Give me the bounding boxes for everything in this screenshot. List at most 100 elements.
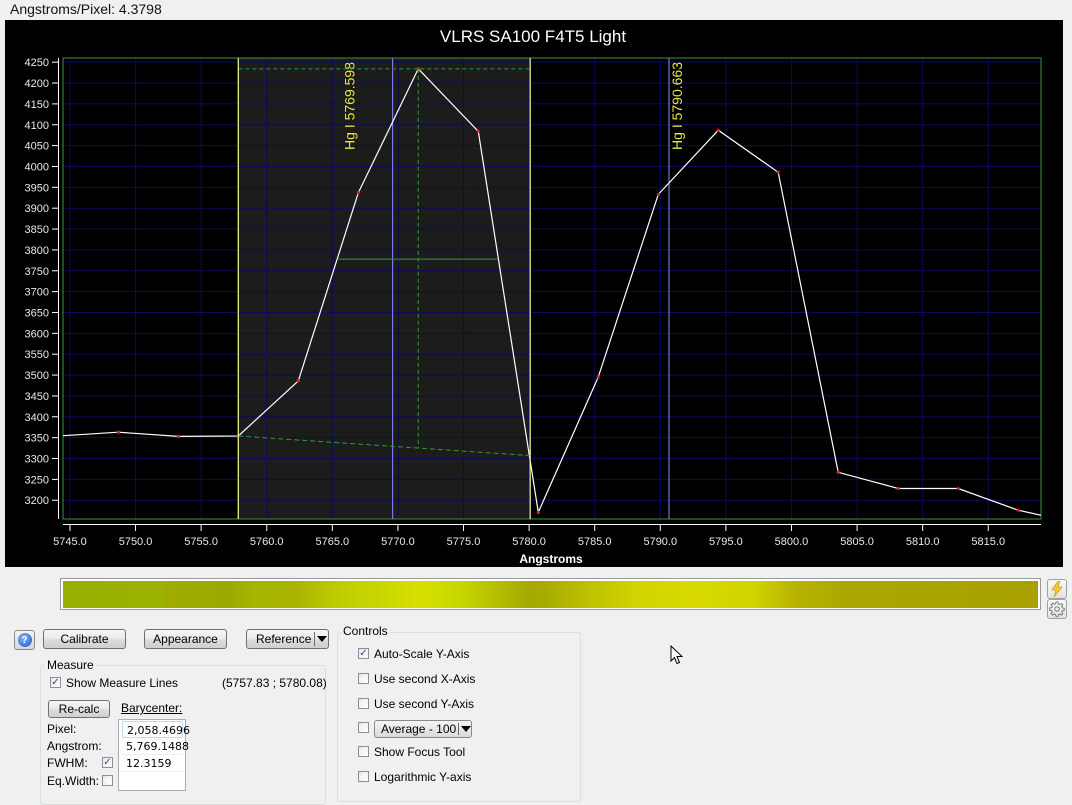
x-tick-label: 5810.0 [906,536,940,548]
data-point-marker [536,510,540,514]
barycenter-label: Barycenter: [121,701,183,715]
y-tick-label: 3250 [25,474,49,486]
angstroms-per-pixel-label: Angstroms/Pixel: 4.3798 [10,1,162,17]
y-tick-label: 3450 [25,391,49,403]
x-tick-label: 5780.0 [512,536,546,548]
second-x-axis-label[interactable]: Use second X-Axis [374,672,475,686]
eq-width-checkbox[interactable]: ✓ [102,775,113,786]
x-tick-label: 5815.0 [971,536,1005,548]
show-measure-lines-checkbox[interactable]: ✓ [50,677,61,688]
second-y-axis-checkbox[interactable]: ✓ [358,698,369,709]
focus-tool-label[interactable]: Show Focus Tool [374,745,465,759]
second-y-axis-label[interactable]: Use second Y-Axis [374,697,474,711]
y-tick-label: 3700 [25,287,49,299]
settings-button[interactable] [1047,599,1067,619]
data-point-marker [716,128,720,132]
reference-split-button[interactable]: Reference [246,629,329,649]
recalc-button[interactable]: Re-calc [48,700,110,718]
fwhm-value-field[interactable]: 12.3159 [122,755,183,772]
y-tick-label: 3550 [25,349,49,361]
x-tick-label: 5745.0 [53,536,87,548]
chart-svg[interactable]: VLRS SA100 F4T5 Light Angstroms Hg I 576… [5,20,1063,567]
reference-line-label: Hg I 5769.598 [342,62,358,150]
data-point-marker [476,129,480,134]
reference-line-label: Hg I 5790.663 [669,62,685,150]
chevron-down-icon[interactable] [317,636,327,642]
spectrum-chart[interactable]: VLRS SA100 F4T5 Light Angstroms Hg I 576… [5,20,1063,567]
lightning-icon [1051,581,1063,597]
controls-group-title: Controls [341,624,390,638]
x-tick-label: 5800.0 [775,536,809,548]
fwhm-checkbox[interactable]: ✓ [102,757,113,768]
y-tick-label: 3500 [25,370,49,382]
gear-icon [1049,601,1065,617]
measure-group-title: Measure [45,658,96,672]
mouse-cursor-icon [670,645,684,665]
data-point-marker [176,434,180,438]
data-point-marker [836,470,840,474]
y-tick-label: 3300 [25,454,49,466]
y-tick-label: 4000 [25,161,49,173]
angstrom-value-field[interactable]: 5,769.1488 [122,738,189,755]
focus-tool-checkbox[interactable]: ✓ [358,746,369,757]
spectrum-line [63,67,1041,516]
measure-range: (5757.83 ; 5780.08) [222,676,327,690]
y-tick-label: 3200 [25,495,49,507]
x-tick-label: 5805.0 [840,536,874,548]
x-tick-label: 5795.0 [709,536,743,548]
reference-button-label[interactable]: Reference [256,632,311,646]
x-tick-label: 5785.0 [578,536,612,548]
select-divider [458,723,459,735]
average-select[interactable]: Average - 100 [374,720,472,738]
log-y-axis-label[interactable]: Logarithmic Y-axis [374,770,471,784]
x-tick-label: 5755.0 [184,536,218,548]
barycenter-values-box: 2,058.4696 5,769.1488 12.3159 [118,719,190,791]
y-tick-label: 3350 [25,433,49,445]
data-point-marker [116,430,120,434]
auto-scale-y-checkbox[interactable]: ✓ [358,648,369,659]
auto-scale-y-label[interactable]: Auto-Scale Y-Axis [374,647,469,661]
chart-title: VLRS SA100 F4T5 Light [440,27,626,46]
data-point-marker [356,191,360,195]
spectrum-gradient [63,581,1038,608]
chevron-down-icon[interactable] [461,726,471,732]
pixel-value-field[interactable]: 2,058.4696 [122,721,190,738]
x-tick-label: 5750.0 [119,536,153,548]
spectrum-color-strip [60,578,1041,610]
help-button[interactable]: ? [14,630,35,650]
data-point-marker [1016,508,1020,512]
y-tick-label: 3650 [25,307,49,319]
data-point-marker [596,375,600,379]
second-x-axis-checkbox[interactable]: ✓ [358,673,369,684]
y-tick-label: 4050 [25,141,49,153]
y-tick-label: 4100 [25,120,49,132]
lightning-button[interactable] [1047,579,1067,599]
appearance-button[interactable]: Appearance [144,629,227,649]
data-point-marker [656,192,660,197]
show-measure-lines-label[interactable]: Show Measure Lines [66,676,178,690]
pixel-label: Pixel: [47,722,77,736]
log-y-axis-checkbox[interactable]: ✓ [358,771,369,782]
y-tick-label: 3900 [25,203,49,215]
split-divider [314,632,315,646]
y-tick-label: 3800 [25,245,49,257]
average-select-value: Average - 100 [381,722,457,736]
angstrom-label: Angstrom: [47,739,102,753]
y-tick-label: 3850 [25,224,49,236]
fwhm-label: FWHM: [47,756,88,770]
calibrate-button[interactable]: Calibrate [43,629,126,649]
measure-region [238,58,531,519]
y-tick-label: 3400 [25,412,49,424]
y-tick-label: 4150 [25,99,49,111]
y-tick-label: 3950 [25,182,49,194]
question-icon: ? [17,633,32,647]
y-tick-label: 3600 [25,328,49,340]
data-point-marker [776,170,780,174]
y-tick-label: 4200 [25,78,49,90]
x-tick-label: 5790.0 [643,536,677,548]
x-tick-label: 5765.0 [315,536,349,548]
x-tick-label: 5775.0 [447,536,481,548]
eq-width-value-field[interactable] [122,772,183,789]
data-point-marker [896,486,900,491]
average-checkbox[interactable]: ✓ [358,722,369,733]
